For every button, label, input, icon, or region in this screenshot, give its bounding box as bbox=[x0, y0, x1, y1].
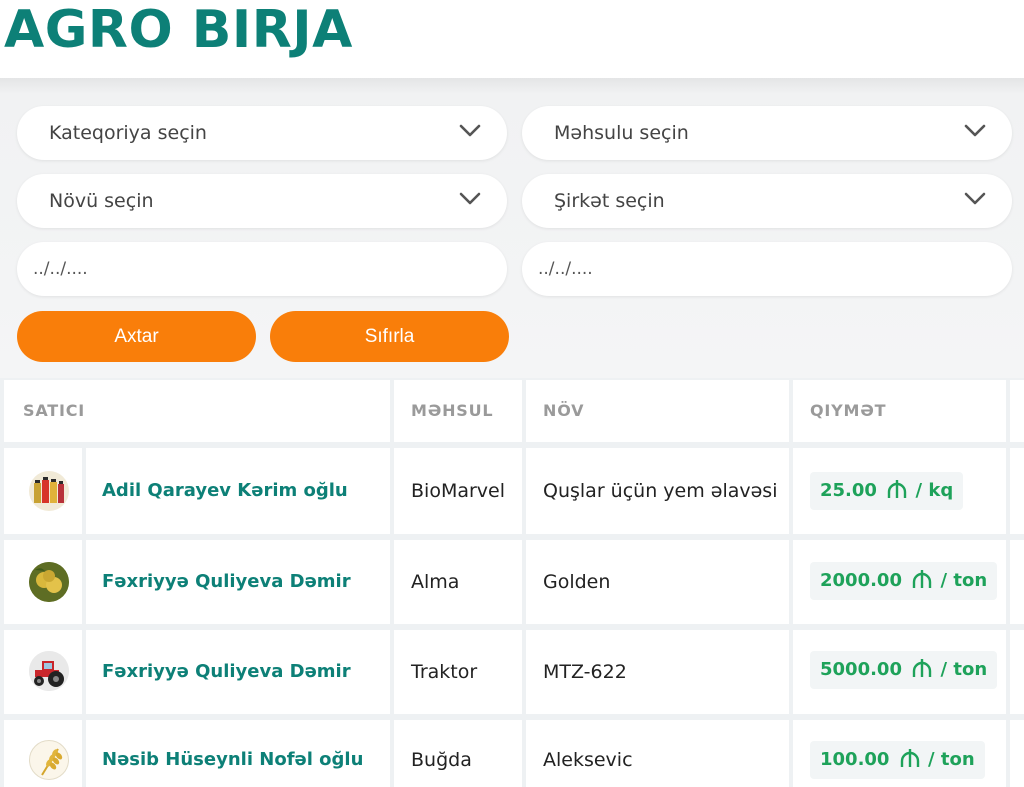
search-button[interactable]: Axtar bbox=[17, 311, 256, 362]
column-header-extra bbox=[1010, 380, 1024, 442]
price-cell: 2000.00 / ton bbox=[793, 540, 1006, 624]
seller-name[interactable]: Adil Qarayev Kərim oğlu bbox=[102, 480, 348, 501]
table-row-avatar-cell bbox=[4, 630, 82, 714]
table-row-avatar-cell bbox=[4, 720, 82, 787]
price-value: 25.00 bbox=[820, 480, 877, 501]
company-select[interactable]: Şirkət seçin bbox=[522, 174, 1012, 228]
seller-name[interactable]: Fəxriyyə Quliyeva Dəmir qızı bbox=[102, 661, 351, 714]
product-select[interactable]: Məhsulu seçin bbox=[522, 106, 1012, 160]
row-extra-cell bbox=[1010, 720, 1024, 787]
product-cell: Alma bbox=[394, 540, 522, 624]
type-cell: Quşlar üçün yem əlavəsi bbox=[526, 448, 789, 534]
price-badge: 2000.00 / ton bbox=[810, 562, 998, 600]
price-badge: 25.00 / kq bbox=[810, 472, 964, 510]
site-logo[interactable]: AGRO BIRJA bbox=[4, 2, 353, 58]
type-cell: Golden bbox=[526, 540, 789, 624]
row-extra-cell bbox=[1010, 540, 1024, 624]
price-badge: 100.00 / ton bbox=[810, 741, 985, 779]
seller-name-link[interactable]: Nəsib Hüseynli Nofəl oğlu bbox=[86, 720, 390, 787]
chevron-down-icon bbox=[964, 124, 986, 137]
unit-separator: / bbox=[940, 659, 948, 680]
column-header-product[interactable]: MƏHSUL bbox=[394, 380, 522, 442]
column-header-type[interactable]: NÖV bbox=[526, 380, 789, 442]
price-unit: kq bbox=[928, 480, 954, 501]
price-unit: ton bbox=[953, 570, 988, 591]
price-unit: ton bbox=[940, 749, 975, 770]
date-from-field[interactable]: ../../.... bbox=[17, 242, 507, 296]
unit-separator: / bbox=[928, 749, 935, 770]
manat-icon bbox=[888, 480, 907, 498]
price-unit: ton bbox=[953, 659, 988, 680]
apple-icon bbox=[29, 562, 69, 602]
price-value: 100.00 bbox=[820, 749, 890, 770]
price-value: 2000.00 bbox=[820, 570, 902, 591]
seller-name-link[interactable]: Fəxriyyə Quliyeva Dəmir qızı bbox=[86, 630, 390, 714]
chevron-down-icon bbox=[964, 192, 986, 205]
column-header-price[interactable]: QIYMƏT bbox=[793, 380, 1006, 442]
row-extra-cell bbox=[1010, 448, 1024, 534]
table-row-avatar-cell bbox=[4, 448, 82, 534]
type-select-label: Növü seçin bbox=[49, 190, 154, 212]
price-value: 5000.00 bbox=[820, 659, 902, 680]
manat-icon bbox=[913, 659, 932, 677]
product-cell: BioMarvel bbox=[394, 448, 522, 534]
unit-separator: / bbox=[915, 480, 923, 501]
bottles-icon bbox=[29, 471, 69, 511]
company-select-label: Şirkət seçin bbox=[554, 190, 665, 212]
product-cell: Traktor bbox=[394, 630, 522, 714]
category-select-label: Kateqoriya seçin bbox=[49, 122, 207, 144]
category-select[interactable]: Kateqoriya seçin bbox=[17, 106, 507, 160]
seller-name-link[interactable]: Fəxriyyə Quliyeva Dəmir qızı bbox=[86, 540, 390, 624]
type-cell: Aleksevic bbox=[526, 720, 789, 787]
price-cell: 100.00 / ton bbox=[793, 720, 1006, 787]
reset-button[interactable]: Sıfırla bbox=[270, 311, 509, 362]
price-badge: 5000.00 / ton bbox=[810, 651, 998, 689]
manat-icon bbox=[913, 570, 932, 588]
column-header-seller[interactable]: SATICI bbox=[4, 380, 390, 442]
manat-icon bbox=[900, 749, 919, 767]
price-cell: 25.00 / kq bbox=[793, 448, 1006, 534]
chevron-down-icon bbox=[459, 192, 481, 205]
product-select-label: Məhsulu seçin bbox=[554, 122, 689, 144]
seller-name[interactable]: Fəxriyyə Quliyeva Dəmir qızı bbox=[102, 571, 351, 624]
product-cell: Buğda bbox=[394, 720, 522, 787]
tractor-icon bbox=[29, 651, 69, 691]
seller-name-link[interactable]: Adil Qarayev Kərim oğlu bbox=[86, 448, 390, 534]
header: AGRO BIRJA bbox=[0, 0, 1024, 78]
type-cell: MTZ-622 bbox=[526, 630, 789, 714]
unit-separator: / bbox=[940, 570, 948, 591]
date-to-placeholder: ../../.... bbox=[538, 259, 593, 279]
table-row-avatar-cell bbox=[4, 540, 82, 624]
wheat-icon bbox=[29, 740, 69, 780]
seller-name[interactable]: Nəsib Hüseynli Nofəl oğlu bbox=[102, 749, 363, 770]
row-extra-cell bbox=[1010, 630, 1024, 714]
price-cell: 5000.00 / ton bbox=[793, 630, 1006, 714]
chevron-down-icon bbox=[459, 124, 481, 137]
type-select[interactable]: Növü seçin bbox=[17, 174, 507, 228]
date-from-placeholder: ../../.... bbox=[33, 259, 88, 279]
date-to-field[interactable]: ../../.... bbox=[522, 242, 1012, 296]
